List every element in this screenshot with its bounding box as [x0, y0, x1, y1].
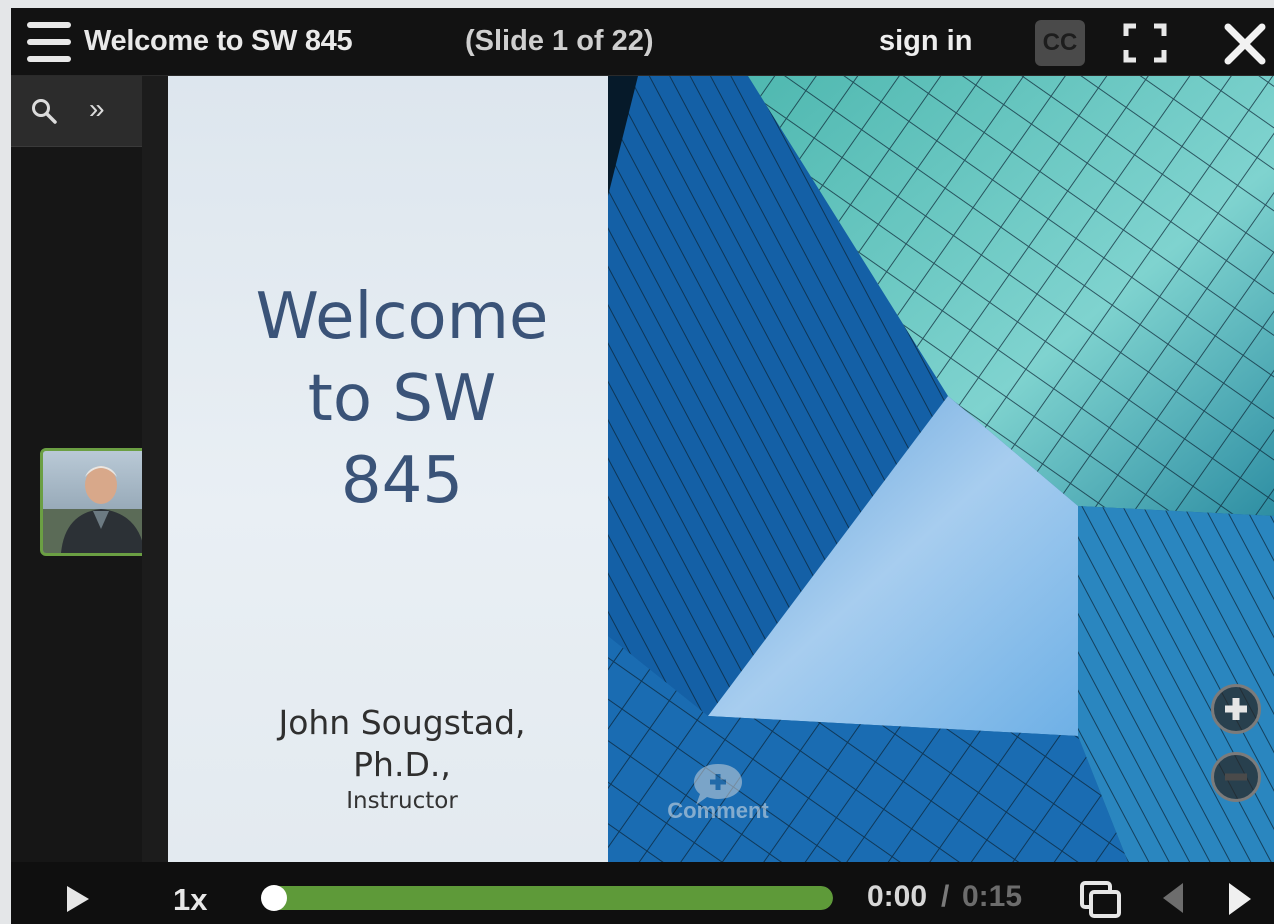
progress-fill — [263, 886, 833, 910]
presentation-title: Welcome to SW 845 — [84, 25, 353, 57]
slide-canvas: Welcome to SW 845 John Sougstad, Ph.D., … — [168, 76, 1274, 862]
fullscreen-icon[interactable] — [1123, 23, 1167, 63]
sidebar: » — [11, 76, 156, 862]
total-time: 0:15 — [962, 880, 1023, 913]
progress-track[interactable] — [263, 886, 833, 910]
slide-heading-line: to SW — [307, 362, 497, 436]
minus-glyph — [1225, 773, 1247, 781]
author-name-line: John Sougstad, — [278, 703, 526, 742]
slide-image — [608, 76, 1274, 862]
closed-captions-button[interactable]: CC — [1035, 20, 1085, 66]
next-slide-icon[interactable] — [1229, 883, 1251, 915]
presenter-thumbnail[interactable] — [40, 448, 156, 556]
search-icon[interactable] — [31, 98, 57, 124]
comment-button[interactable]: Comment — [649, 760, 787, 870]
slide-position: (Slide 1 of 22) — [465, 25, 654, 57]
slide-heading: Welcome to SW 845 — [168, 276, 636, 522]
picture-in-picture-icon[interactable] — [1079, 880, 1123, 920]
comment-bubble-icon — [694, 764, 742, 805]
zoom-in-icon[interactable] — [1211, 684, 1261, 734]
plus-glyph — [1225, 698, 1247, 720]
current-time: 0:00 — [867, 880, 928, 913]
author-role: Instructor — [346, 788, 458, 814]
top-bar: Welcome to SW 845 (Slide 1 of 22) sign i… — [11, 8, 1274, 76]
slide-heading-line: 845 — [340, 444, 464, 518]
playback-speed-button[interactable]: 1x — [173, 882, 207, 918]
author-degree-line: Ph.D., — [353, 745, 451, 784]
progress-scrubber[interactable] — [261, 885, 287, 911]
slide-heading-line: Welcome — [255, 280, 549, 354]
hamburger-menu-icon[interactable] — [27, 22, 71, 62]
zoom-out-icon[interactable] — [1211, 752, 1261, 802]
previous-slide-icon[interactable] — [1163, 883, 1183, 913]
time-separator: / — [941, 880, 950, 913]
playback-bar: 1x 0:00 / 0:15 — [11, 862, 1274, 924]
slide-author: John Sougstad, Ph.D., — [168, 702, 636, 786]
sidebar-scrollbar[interactable] — [142, 76, 168, 862]
expand-sidebar-icon[interactable]: » — [89, 94, 105, 124]
sidebar-toolbar: » — [11, 76, 142, 147]
close-icon[interactable] — [1223, 22, 1267, 66]
presenter-photo — [43, 451, 153, 553]
sign-in-link[interactable]: sign in — [879, 25, 972, 58]
slideshow-player: Welcome to SW 845 (Slide 1 of 22) sign i… — [11, 8, 1274, 924]
play-icon[interactable] — [67, 886, 89, 912]
